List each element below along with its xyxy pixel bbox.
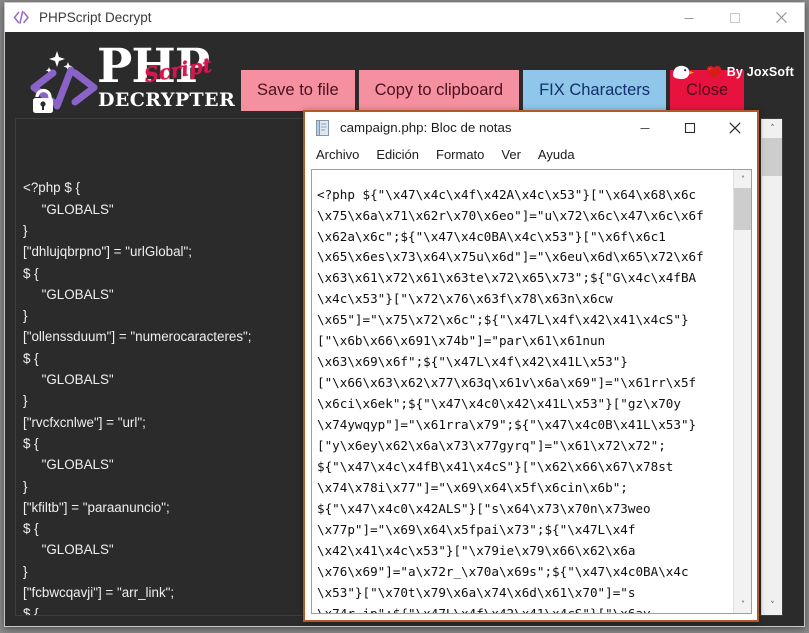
save-to-file-button[interactable]: Save to file xyxy=(241,70,355,111)
app-title: PHPScript Decrypt xyxy=(39,10,152,25)
notepad-text-content[interactable]: <?php ${"\x47\x4c\x4f\x42A\x4c\x53"}["\x… xyxy=(317,185,732,613)
notepad-titlebar[interactable]: campaign.php: Bloc de notas xyxy=(305,112,757,143)
notepad-title: campaign.php: Bloc de notas xyxy=(340,120,512,135)
menu-ayuda[interactable]: Ayuda xyxy=(538,147,575,162)
menu-archivo[interactable]: Archivo xyxy=(316,147,359,162)
app-logo: PHP Script DECRYPTER xyxy=(25,40,240,116)
notepad-scrollbar[interactable]: ˄ ˅ xyxy=(733,170,751,613)
menu-formato[interactable]: Formato xyxy=(436,147,484,162)
copy-to-clipboard-button[interactable]: Copy to clipboard xyxy=(358,70,520,111)
notepad-window-controls xyxy=(622,112,757,143)
notepad-editor[interactable]: <?php ${"\x47\x4c\x4f\x42A\x4c\x53"}["\x… xyxy=(311,169,752,614)
fix-characters-button[interactable]: FIX Characters xyxy=(523,70,667,111)
notepad-icon xyxy=(314,119,331,137)
menu-edicion[interactable]: Edición xyxy=(376,147,419,162)
app-window-controls xyxy=(666,3,804,32)
notepad-minimize-button[interactable] xyxy=(622,112,667,143)
decrypted-code-text: <?php $ { "GLOBALS" } ["dhlujqbrpno"] = … xyxy=(23,180,252,616)
notepad-scrollbar-thumb[interactable] xyxy=(734,188,751,230)
close-window-button[interactable] xyxy=(758,3,804,32)
heart-icon xyxy=(706,65,722,80)
code-tags-icon xyxy=(13,9,30,26)
notepad-window: campaign.php: Bloc de notas Archivo Edic… xyxy=(303,110,759,622)
menu-ver[interactable]: Ver xyxy=(501,147,521,162)
notepad-maximize-button[interactable] xyxy=(667,112,712,143)
notepad-scroll-up-arrow-icon[interactable]: ˄ xyxy=(734,170,751,188)
joxsoft-brand: By JoxSoft xyxy=(706,65,794,80)
notepad-close-button[interactable] xyxy=(712,112,757,143)
eagle-head-icon xyxy=(669,62,695,82)
logo-wordmark: PHP Script DECRYPTER xyxy=(97,40,242,116)
minimize-button[interactable] xyxy=(666,3,712,32)
notepad-menubar: Archivo Edición Formato Ver Ayuda xyxy=(305,143,757,166)
output-scrollbar-thumb[interactable] xyxy=(762,138,782,176)
branding-area: By JoxSoft xyxy=(669,62,794,82)
scroll-up-arrow-icon[interactable]: ˄ xyxy=(762,119,782,138)
app-header: PHP Script DECRYPTER Save to file Copy t… xyxy=(5,32,804,115)
brand-label: By JoxSoft xyxy=(726,65,794,79)
scroll-down-arrow-icon[interactable]: ˅ xyxy=(762,596,782,615)
app-titlebar[interactable]: PHPScript Decrypt xyxy=(5,3,804,32)
output-scrollbar[interactable]: ˄ ˅ xyxy=(761,119,782,615)
logo-decrypter-text: DECRYPTER xyxy=(98,89,236,111)
maximize-button[interactable] xyxy=(712,3,758,32)
code-brackets-lock-icon xyxy=(27,46,99,114)
notepad-scroll-down-arrow-icon[interactable]: ˅ xyxy=(734,595,751,613)
